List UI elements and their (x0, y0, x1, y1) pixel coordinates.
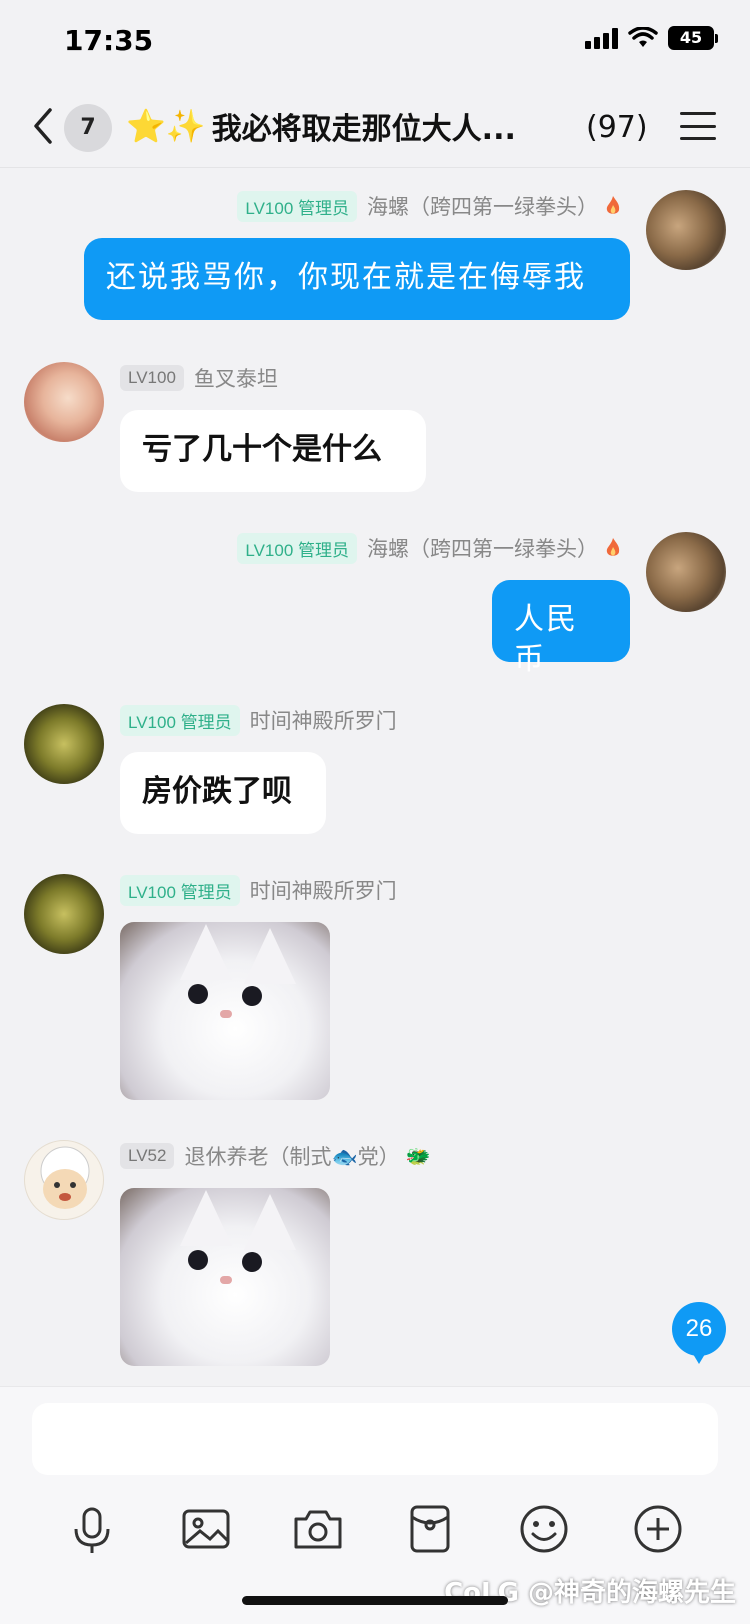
camera-icon[interactable] (290, 1501, 346, 1557)
message-bubble[interactable]: 亏了几十个是什么 (120, 410, 426, 492)
avatar[interactable] (646, 190, 726, 270)
chat-title-text: 我必将取走那位大人... (211, 112, 516, 147)
status-bar: 17:35 45 (0, 0, 750, 84)
avatar[interactable] (646, 532, 726, 612)
sender-nickname[interactable]: 退休养老（制式🐟党） (184, 1141, 399, 1171)
image-message[interactable] (120, 922, 330, 1100)
sender-nickname[interactable]: 时间神殿所罗门 (250, 705, 397, 735)
avatar[interactable] (24, 1140, 104, 1220)
sender-nickname[interactable]: 海螺（跨四第一绿拳头） (367, 191, 598, 221)
message-meta: LV52 退休养老（制式🐟党） 🐲 (120, 1140, 431, 1172)
level-badge: LV100 管理员 (237, 190, 357, 222)
image-icon[interactable] (178, 1501, 234, 1557)
chat-title[interactable]: ⭐✨ 我必将取走那位大人... (126, 102, 516, 150)
sender-nickname[interactable]: 鱼叉泰坦 (194, 363, 278, 393)
message-input[interactable] (32, 1403, 718, 1475)
emoji-icon[interactable] (516, 1501, 572, 1557)
level-badge: LV52 (120, 1143, 175, 1169)
microphone-icon[interactable] (64, 1501, 120, 1557)
chat-header: 7 ⭐✨ 我必将取走那位大人... (97) (0, 84, 750, 168)
input-toolbar (0, 1491, 750, 1571)
message-meta: LV100 鱼叉泰坦 (120, 362, 278, 394)
message-bubble[interactable]: 房价跌了呗 (120, 752, 326, 834)
message-bubble[interactable]: 人民币 (492, 580, 630, 677)
level-badge: LV100 (120, 365, 184, 391)
sheep-avatar-icon (40, 1146, 90, 1209)
red-packet-icon[interactable] (402, 1501, 458, 1557)
signal-icon (585, 27, 618, 49)
unread-count-badge[interactable]: 7 (64, 104, 112, 152)
back-button[interactable] (28, 106, 58, 146)
status-icons: 45 (585, 26, 718, 50)
message-meta: LV100 管理员 时间神殿所罗门 (120, 704, 397, 736)
level-badge: LV100 管理员 (120, 704, 240, 736)
level-badge: LV100 管理员 (237, 532, 357, 564)
sender-nickname[interactable]: 海螺（跨四第一绿拳头） (367, 533, 598, 563)
wifi-icon (628, 27, 658, 47)
message-meta: LV100 管理员 海螺（跨四第一绿拳头） (190, 532, 622, 564)
nickname-emoji: 🐲 (405, 1144, 431, 1168)
battery-icon: 45 (668, 26, 718, 50)
flame-icon (606, 538, 620, 556)
level-badge: LV100 管理员 (120, 874, 240, 906)
new-messages-badge[interactable]: 26 (672, 1302, 726, 1364)
plus-icon[interactable] (630, 1501, 686, 1557)
avatar[interactable] (24, 874, 104, 954)
home-indicator (242, 1596, 508, 1605)
status-time: 17:35 (64, 24, 154, 57)
image-message[interactable] (120, 1188, 330, 1366)
avatar[interactable] (24, 704, 104, 784)
member-count: (97) (586, 110, 648, 145)
avatar[interactable] (24, 362, 104, 442)
title-emoji: ⭐✨ (126, 107, 206, 145)
message-meta: LV100 管理员 海螺（跨四第一绿拳头） (190, 190, 622, 222)
flame-icon (606, 196, 620, 214)
message-bubble[interactable]: 还说我骂你，你现在就是在侮辱我 (84, 238, 630, 320)
sender-nickname[interactable]: 时间神殿所罗门 (250, 875, 397, 905)
menu-button[interactable] (680, 112, 716, 140)
message-meta: LV100 管理员 时间神殿所罗门 (120, 874, 397, 906)
